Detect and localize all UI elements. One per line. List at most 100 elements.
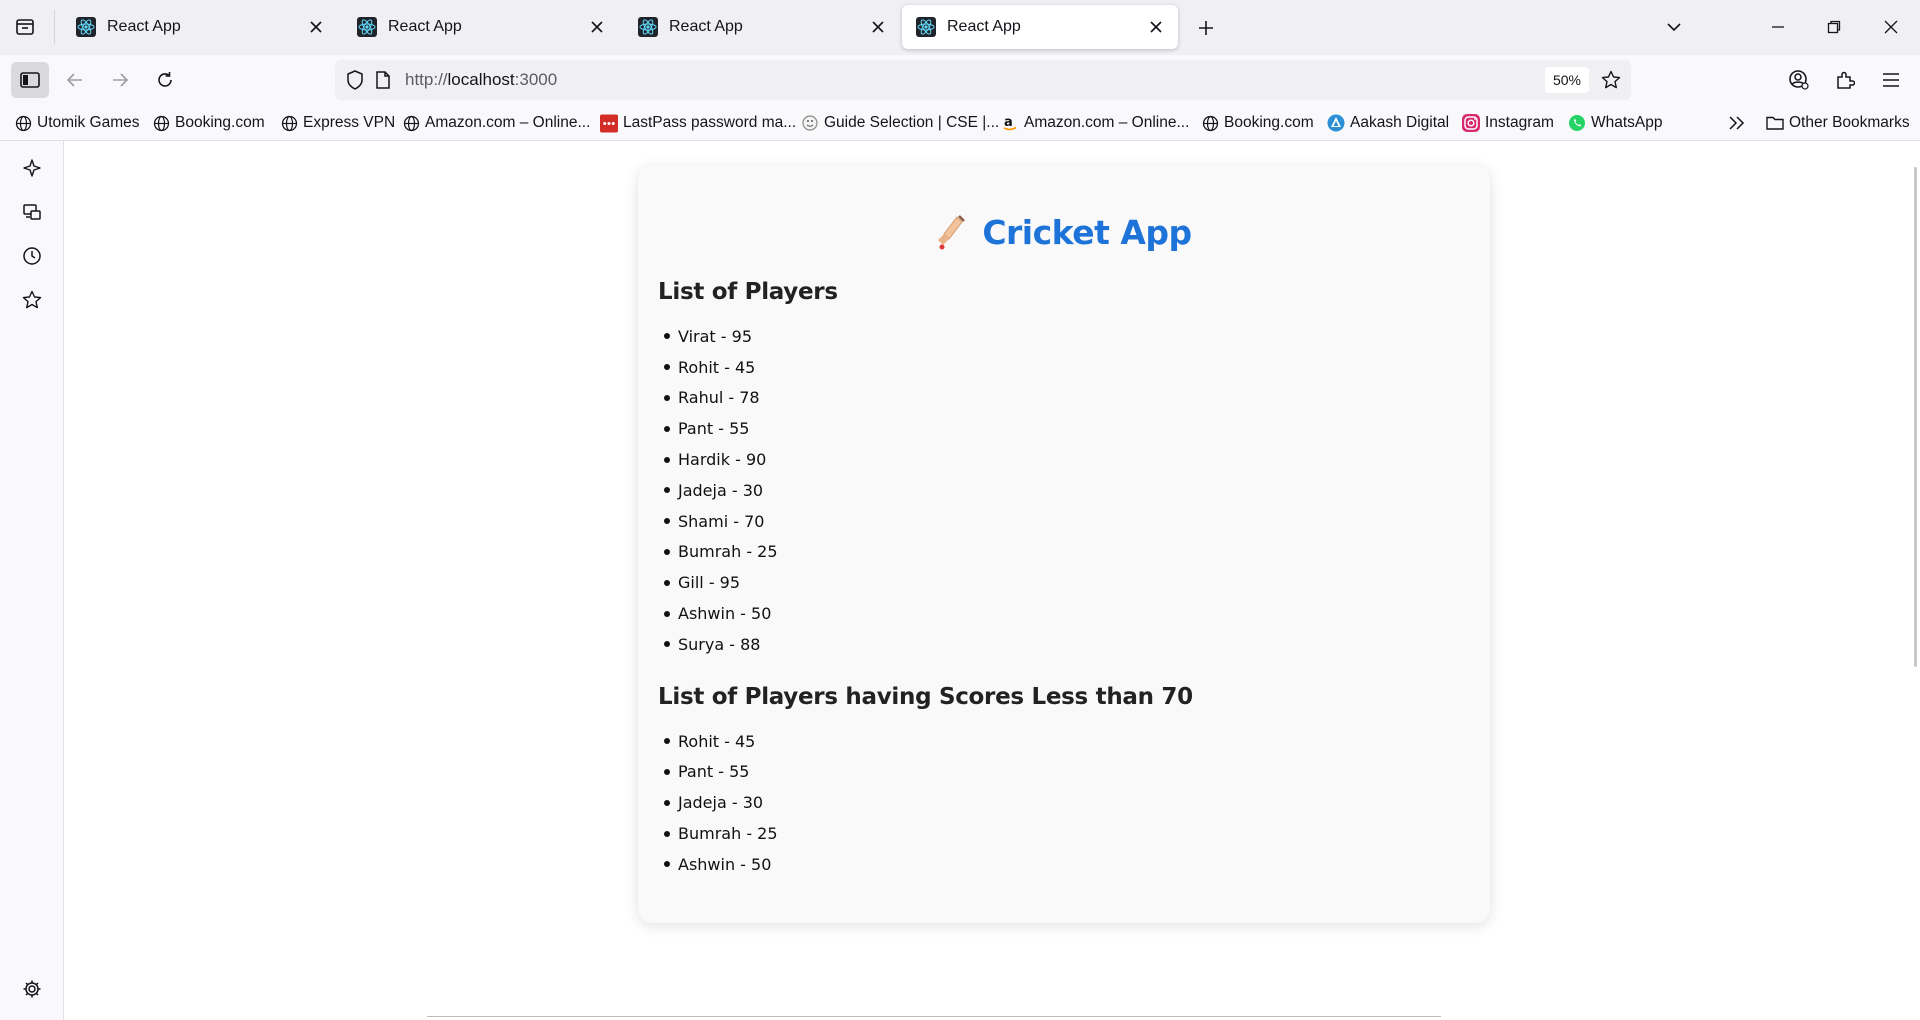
star-icon[interactable]	[1597, 66, 1625, 94]
tab-3[interactable]: React App	[624, 5, 900, 49]
bookmark-label: Other Bookmarks	[1789, 114, 1910, 131]
tab-title: React App	[669, 18, 743, 35]
bookmark-label: Instagram	[1485, 114, 1554, 131]
bookmark-label: Guide Selection | CSE |...	[824, 114, 1000, 131]
menu-button[interactable]	[1872, 62, 1910, 98]
sidebar-toggle-button[interactable]	[11, 62, 49, 98]
bookmark-booking[interactable]: Booking.com	[152, 111, 265, 135]
customize-sidebar-button[interactable]	[14, 971, 50, 1007]
list-item: Pant - 55	[658, 757, 1470, 788]
page-icon[interactable]	[369, 66, 397, 94]
scrollbar[interactable]	[1914, 167, 1917, 667]
close-icon[interactable]	[302, 13, 330, 41]
all-players-heading: List of Players	[658, 279, 838, 305]
list-item: Bumrah - 25	[658, 818, 1470, 849]
bookmark-guide-selection[interactable]: Guide Selection | CSE |...	[801, 111, 999, 135]
other-bookmarks-folder[interactable]: Other Bookmarks	[1766, 111, 1910, 135]
bookmark-aakash-digital[interactable]: Aakash Digital	[1327, 111, 1449, 135]
bookmarks-sidebar-button[interactable]	[14, 282, 50, 318]
list-item: Shami - 70	[658, 506, 1470, 537]
extensions-button[interactable]	[1826, 62, 1864, 98]
list-item: Ashwin - 50	[658, 598, 1470, 629]
new-tab-button[interactable]	[1191, 13, 1221, 43]
bookmark-label: Booking.com	[1224, 114, 1314, 131]
react-icon	[357, 17, 377, 37]
url-text[interactable]: http://localhost:3000	[405, 70, 1545, 90]
list-item: Gill - 95	[658, 567, 1470, 598]
tab-title: React App	[947, 18, 1021, 35]
cricket-app-card: Cricket App List of Players Virat - 95 R…	[638, 165, 1490, 923]
account-button[interactable]	[1780, 62, 1818, 98]
back-button[interactable]	[56, 62, 94, 98]
list-item: Bumrah - 25	[658, 537, 1470, 568]
page-content: Cricket App List of Players Virat - 95 R…	[65, 141, 1920, 1020]
bookmarks-overflow-button[interactable]	[1728, 111, 1746, 135]
close-icon	[1884, 20, 1898, 34]
tab-separator	[54, 10, 55, 44]
plus-icon	[1199, 21, 1213, 35]
bookmark-instagram[interactable]: Instagram	[1462, 111, 1554, 135]
whatsapp-icon	[1568, 114, 1586, 132]
aakash-icon	[1327, 114, 1345, 132]
zoom-reset-button[interactable]: 50%	[1544, 67, 1589, 93]
url-scheme: http://	[405, 70, 448, 89]
history-button[interactable]	[14, 238, 50, 274]
bookmark-label: Amazon.com – Online...	[1024, 114, 1190, 131]
bookmark-label: WhatsApp	[1591, 114, 1663, 131]
hamburger-menu-icon	[1883, 73, 1899, 87]
sidebar-icon	[20, 72, 40, 88]
restore-button[interactable]	[1817, 10, 1851, 44]
bookmark-utomik-games[interactable]: Utomik Games	[14, 111, 140, 135]
forward-button[interactable]	[101, 62, 139, 98]
bookmark-lastpass[interactable]: LastPass password ma...	[600, 111, 796, 135]
globe-icon	[402, 114, 420, 132]
close-icon[interactable]	[864, 13, 892, 41]
bookmark-booking-2[interactable]: Booking.com	[1201, 111, 1314, 135]
minimize-button[interactable]	[1761, 10, 1795, 44]
list-all-tabs-button[interactable]	[1657, 10, 1691, 44]
synced-tabs-icon	[23, 204, 41, 220]
close-window-button[interactable]	[1874, 10, 1908, 44]
close-icon[interactable]	[583, 13, 611, 41]
shield-icon[interactable]	[341, 66, 369, 94]
puzzle-icon	[1837, 71, 1855, 89]
minimize-icon	[1772, 26, 1784, 28]
list-item: Virat - 95	[658, 321, 1470, 352]
close-icon[interactable]	[1142, 13, 1170, 41]
firefox-view-button[interactable]	[10, 12, 40, 42]
bookmark-label: Utomik Games	[37, 114, 140, 131]
app-title-text: Cricket App	[982, 212, 1192, 252]
tab-title: React App	[107, 18, 181, 35]
sidebar	[0, 141, 64, 1020]
bookmark-amazon-2[interactable]: a Amazon.com – Online...	[1001, 111, 1189, 135]
firefox-view-icon	[16, 19, 34, 35]
page-title: Cricket App	[658, 209, 1470, 255]
bookmark-label: Amazon.com – Online...	[425, 114, 591, 131]
amazon-icon: a	[1001, 114, 1019, 132]
bookmarks-toolbar: Utomik Games Booking.com Express VPN Ama…	[0, 105, 1920, 141]
tab-2[interactable]: React App	[343, 5, 619, 49]
synced-tabs-button[interactable]	[14, 194, 50, 230]
lastpass-icon	[600, 114, 618, 132]
bookmark-label: Booking.com	[175, 114, 265, 131]
bookmark-label: Aakash Digital	[1350, 114, 1450, 131]
list-item: Rahul - 78	[658, 383, 1470, 414]
tab-1[interactable]: React App	[62, 5, 338, 49]
bookmark-whatsapp[interactable]: WhatsApp	[1568, 111, 1663, 135]
list-item: Surya - 88	[658, 629, 1470, 660]
url-bar[interactable]: http://localhost:3000 50%	[335, 60, 1631, 100]
arrow-right-icon	[113, 73, 129, 87]
list-item: Rohit - 45	[658, 352, 1470, 383]
reload-button[interactable]	[146, 62, 184, 98]
low-score-players-list: Rohit - 45 Pant - 55 Jadeja - 30 Bumrah …	[658, 726, 1470, 880]
bookmark-express-vpn[interactable]: Express VPN	[280, 111, 395, 135]
bookmark-amazon-1[interactable]: Amazon.com – Online...	[402, 111, 590, 135]
low-score-players-heading: List of Players having Scores Less than …	[658, 683, 1193, 710]
double-chevron-right-icon	[1729, 116, 1745, 130]
instagram-icon	[1462, 114, 1480, 132]
ai-chatbot-button[interactable]	[14, 150, 50, 186]
tab-4-active[interactable]: React App	[902, 5, 1178, 49]
react-icon	[76, 17, 96, 37]
tab-strip: React App React App React App React App	[0, 0, 1920, 55]
list-item: Pant - 55	[658, 413, 1470, 444]
